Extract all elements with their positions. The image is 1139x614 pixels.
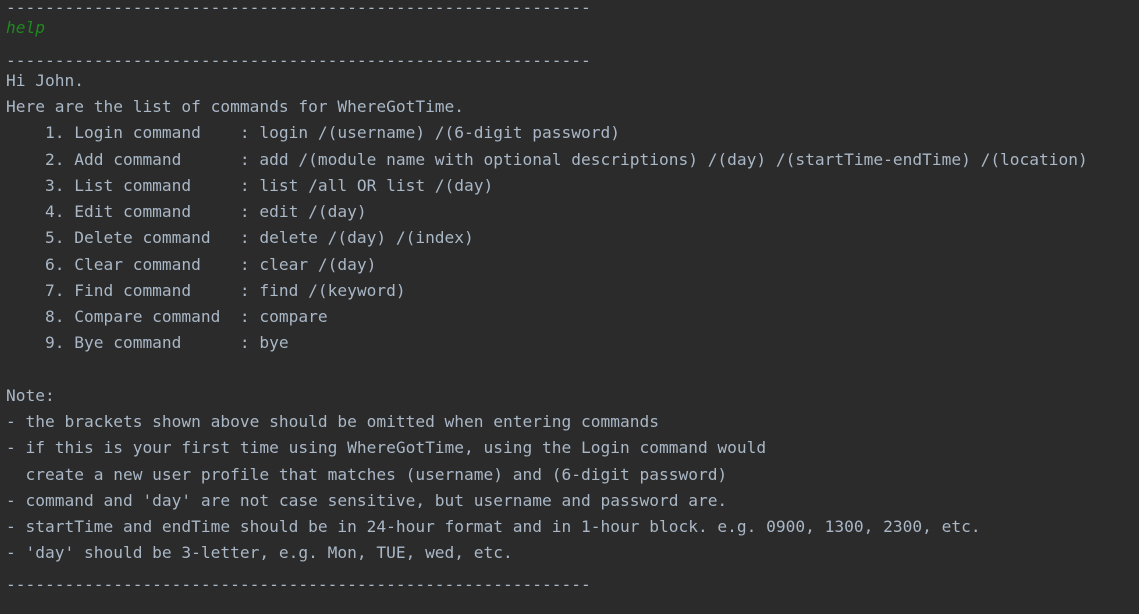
- command-item: 4. Edit command : edit /(day): [6, 202, 367, 221]
- greeting-text: Hi John.: [6, 71, 84, 90]
- user-input-echo: help: [6, 18, 45, 37]
- command-item: 6. Clear command : clear /(day): [6, 255, 377, 274]
- command-item: 5. Delete command : delete /(day) /(inde…: [6, 228, 474, 247]
- separator-line: ----------------------------------------…: [6, 0, 591, 17]
- separator-line: ----------------------------------------…: [6, 51, 591, 70]
- command-item: 1. Login command : login /(username) /(6…: [6, 123, 620, 142]
- note-item: - command and 'day' are not case sensiti…: [6, 491, 728, 510]
- command-item: 8. Compare command : compare: [6, 307, 328, 326]
- note-item: - if this is your first time using Where…: [6, 438, 767, 457]
- command-item: 3. List command : list /all OR list /(da…: [6, 176, 494, 195]
- separator-line: ----------------------------------------…: [6, 575, 591, 594]
- note-title: Note:: [6, 386, 55, 405]
- note-item: - 'day' should be 3-letter, e.g. Mon, TU…: [6, 543, 513, 562]
- console-output: ----------------------------------------…: [0, 0, 1139, 614]
- command-item: 7. Find command : find /(keyword): [6, 281, 406, 300]
- note-item: - startTime and endTime should be in 24-…: [6, 517, 981, 536]
- intro-text: Here are the list of commands for WhereG…: [6, 97, 465, 116]
- command-item: 9. Bye command : bye: [6, 333, 289, 352]
- note-item: - the brackets shown above should be omi…: [6, 412, 659, 431]
- command-item: 2. Add command : add /(module name with …: [6, 150, 1088, 169]
- note-item: create a new user profile that matches (…: [6, 465, 728, 484]
